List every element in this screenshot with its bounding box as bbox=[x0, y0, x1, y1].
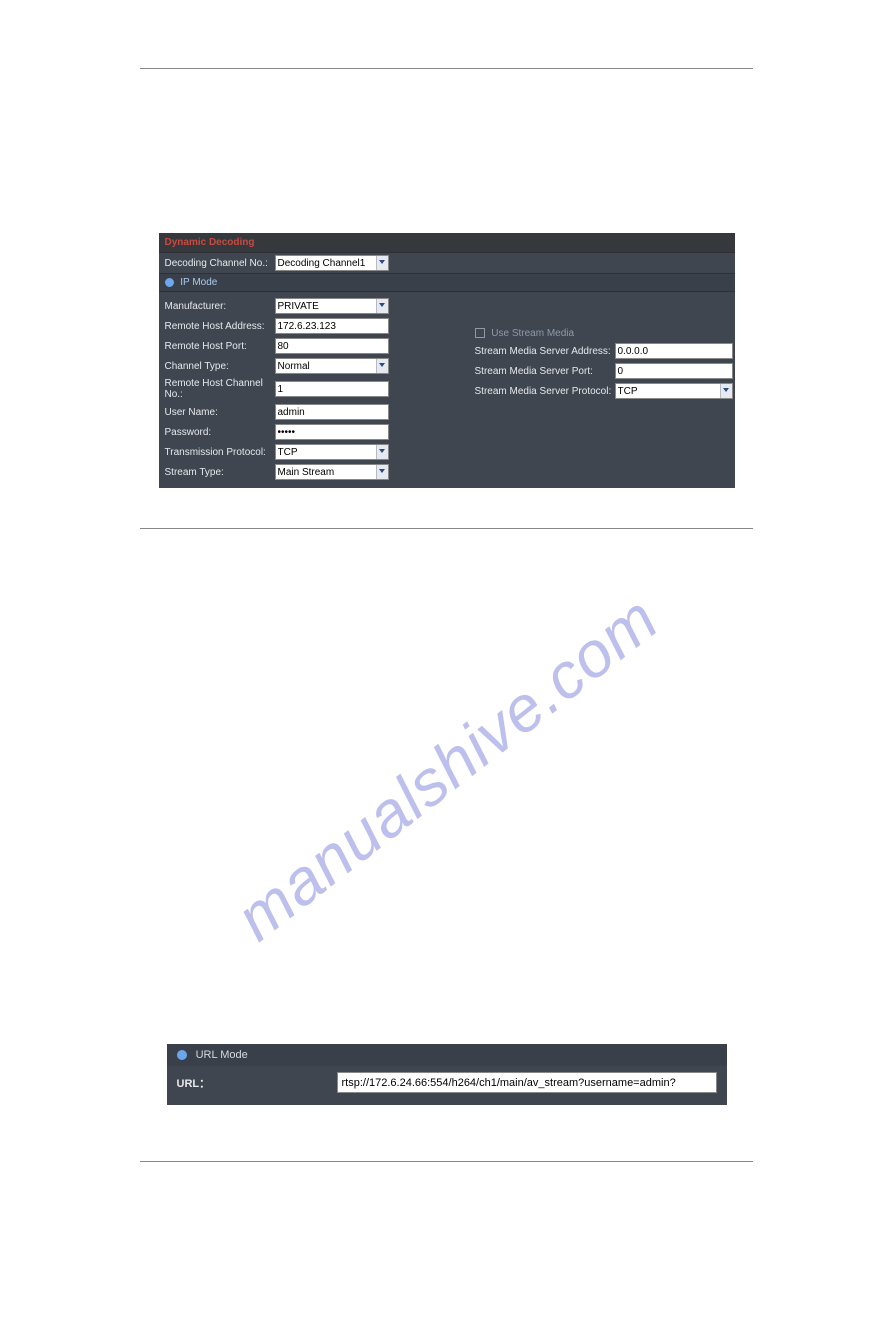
password-label: Password: bbox=[165, 427, 275, 438]
remote-host-port-row: Remote Host Port: bbox=[159, 336, 399, 356]
horizontal-rule bbox=[140, 68, 753, 69]
user-name-row: User Name: bbox=[159, 402, 399, 422]
watermark-text: manualshive.com bbox=[222, 581, 672, 955]
remote-host-port-label: Remote Host Port: bbox=[165, 341, 275, 352]
password-input[interactable] bbox=[275, 424, 389, 440]
decoding-channel-label: Decoding Channel No.: bbox=[165, 258, 275, 269]
url-mode-radio-row[interactable]: URL Mode bbox=[167, 1044, 727, 1066]
sm-address-input[interactable] bbox=[615, 343, 733, 359]
manufacturer-value[interactable] bbox=[275, 298, 389, 314]
url-input[interactable] bbox=[337, 1072, 717, 1093]
transmission-protocol-value[interactable] bbox=[275, 444, 389, 460]
use-stream-media-label: Use Stream Media bbox=[491, 328, 574, 339]
chevron-down-icon bbox=[376, 299, 388, 313]
manufacturer-row: Manufacturer: bbox=[159, 296, 399, 316]
channel-type-label: Channel Type: bbox=[165, 361, 275, 372]
horizontal-rule bbox=[140, 1161, 753, 1162]
remote-channel-no-row: Remote Host Channel No.: bbox=[159, 376, 399, 402]
decoding-channel-value[interactable] bbox=[275, 255, 389, 271]
remote-channel-no-label: Remote Host Channel No.: bbox=[165, 378, 275, 400]
remote-host-address-row: Remote Host Address: bbox=[159, 316, 399, 336]
panel-title: Dynamic Decoding bbox=[159, 233, 735, 253]
sm-protocol-label: Stream Media Server Protocol: bbox=[475, 386, 615, 397]
ip-mode-label: IP Mode bbox=[180, 277, 217, 288]
radio-selected-icon bbox=[165, 278, 174, 287]
remote-host-port-input[interactable] bbox=[275, 338, 389, 354]
radio-selected-icon bbox=[177, 1050, 187, 1060]
sm-protocol-row: Stream Media Server Protocol: bbox=[469, 381, 739, 401]
stream-type-select[interactable] bbox=[275, 464, 389, 480]
sm-port-row: Stream Media Server Port: bbox=[469, 361, 739, 381]
channel-type-value[interactable] bbox=[275, 358, 389, 374]
right-column: Use Stream Media Stream Media Server Add… bbox=[399, 296, 739, 482]
manufacturer-label: Manufacturer: bbox=[165, 301, 275, 312]
password-row: Password: bbox=[159, 422, 399, 442]
transmission-protocol-row: Transmission Protocol: bbox=[159, 442, 399, 462]
transmission-protocol-select[interactable] bbox=[275, 444, 389, 460]
url-label: URL： bbox=[177, 1075, 337, 1091]
remote-host-address-input[interactable] bbox=[275, 318, 389, 334]
user-name-input[interactable] bbox=[275, 404, 389, 420]
decoding-channel-row: Decoding Channel No.: bbox=[159, 253, 735, 273]
ip-mode-radio-row[interactable]: IP Mode bbox=[159, 273, 735, 292]
url-mode-label: URL Mode bbox=[196, 1049, 248, 1061]
channel-type-row: Channel Type: bbox=[159, 356, 399, 376]
horizontal-rule bbox=[140, 528, 753, 529]
use-stream-media-row[interactable]: Use Stream Media bbox=[469, 326, 739, 341]
url-row: URL： bbox=[167, 1066, 727, 1099]
url-mode-panel: URL Mode URL： bbox=[167, 1044, 727, 1105]
channel-type-select[interactable] bbox=[275, 358, 389, 374]
chevron-down-icon bbox=[376, 465, 388, 479]
panel-body: Manufacturer: Remote Host Address: Remot… bbox=[159, 292, 735, 488]
chevron-down-icon bbox=[376, 256, 388, 270]
remote-channel-no-input[interactable] bbox=[275, 381, 389, 397]
sm-address-row: Stream Media Server Address: bbox=[469, 341, 739, 361]
chevron-down-icon bbox=[376, 359, 388, 373]
sm-protocol-select[interactable] bbox=[615, 383, 733, 399]
user-name-label: User Name: bbox=[165, 407, 275, 418]
chevron-down-icon bbox=[376, 445, 388, 459]
stream-type-row: Stream Type: bbox=[159, 462, 399, 482]
decoding-channel-select[interactable] bbox=[275, 255, 389, 271]
left-column: Manufacturer: Remote Host Address: Remot… bbox=[159, 296, 399, 482]
sm-port-input[interactable] bbox=[615, 363, 733, 379]
dynamic-decoding-panel: Dynamic Decoding Decoding Channel No.: I… bbox=[159, 233, 735, 488]
manufacturer-select[interactable] bbox=[275, 298, 389, 314]
transmission-protocol-label: Transmission Protocol: bbox=[165, 447, 275, 458]
checkbox-unchecked-icon[interactable] bbox=[475, 328, 485, 338]
sm-port-label: Stream Media Server Port: bbox=[475, 366, 615, 377]
stream-type-label: Stream Type: bbox=[165, 467, 275, 478]
chevron-down-icon bbox=[720, 384, 732, 398]
sm-protocol-value[interactable] bbox=[615, 383, 733, 399]
remote-host-address-label: Remote Host Address: bbox=[165, 321, 275, 332]
stream-type-value[interactable] bbox=[275, 464, 389, 480]
sm-address-label: Stream Media Server Address: bbox=[475, 346, 615, 357]
